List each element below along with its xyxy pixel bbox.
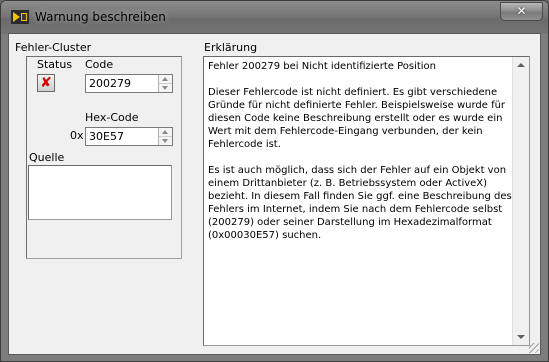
- dialog-client-area: Fehler-Cluster Status ✘ Code 200279 Hex-…: [8, 33, 541, 355]
- explanation-heading: Fehler 200279 bei Nicht identifizierte P…: [208, 61, 437, 72]
- close-button[interactable]: ✕: [500, 2, 543, 21]
- dialog-window: Warnung beschreiben ✕ Fehler-Cluster Sta…: [0, 0, 549, 362]
- source-label: Quelle: [29, 151, 65, 164]
- resize-grip-icon[interactable]: [529, 343, 539, 353]
- arrow-down-icon[interactable]: [162, 86, 168, 90]
- arrow-up-icon[interactable]: [162, 77, 168, 81]
- cluster-label: Fehler-Cluster: [15, 41, 92, 54]
- hex-code-label: Hex-Code: [85, 111, 139, 124]
- window-title: Warnung beschreiben: [35, 10, 166, 24]
- hex-code-stepper[interactable]: [158, 128, 172, 145]
- source-textbox[interactable]: [28, 165, 172, 220]
- explanation-label: Erklärung: [204, 41, 258, 54]
- hex-code-value: 30E57: [89, 130, 124, 143]
- arrow-down-icon: [517, 335, 525, 339]
- arrow-up-icon: [517, 63, 525, 67]
- hex-code-field[interactable]: 30E57: [85, 127, 173, 146]
- error-x-icon: ✘: [40, 75, 52, 91]
- title-bar[interactable]: Warnung beschreiben ✕: [1, 1, 548, 34]
- hex-prefix: 0x: [70, 129, 84, 142]
- code-field[interactable]: 200279: [85, 74, 173, 93]
- status-label: Status: [37, 58, 73, 71]
- code-label: Code: [85, 58, 114, 71]
- explanation-scrollbar[interactable]: [512, 57, 529, 345]
- scroll-up-button[interactable]: [513, 57, 529, 73]
- explanation-paragraph-1: Dieser Fehlercode ist nicht definiert. E…: [208, 87, 506, 150]
- arrow-up-icon[interactable]: [162, 130, 168, 134]
- explanation-text: Fehler 200279 bei Nicht identifizierte P…: [208, 60, 512, 255]
- code-value: 200279: [89, 77, 131, 90]
- close-icon: ✕: [516, 4, 527, 18]
- code-stepper[interactable]: [158, 75, 172, 92]
- scroll-down-button[interactable]: [513, 329, 529, 345]
- explanation-textbox[interactable]: Fehler 200279 bei Nicht identifizierte P…: [203, 56, 530, 346]
- status-indicator[interactable]: ✘: [37, 74, 55, 92]
- explanation-paragraph-2: Es ist auch möglich, dass sich der Fehle…: [208, 165, 512, 241]
- labview-vi-icon: [11, 10, 29, 24]
- arrow-down-icon[interactable]: [162, 139, 168, 143]
